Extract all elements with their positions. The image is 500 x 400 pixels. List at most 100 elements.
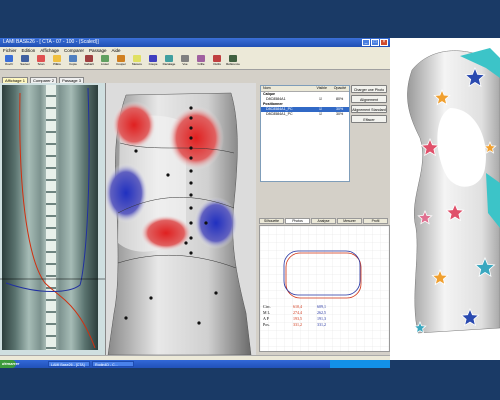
close-icon[interactable]: ×: [380, 39, 388, 46]
landmark-point[interactable]: [189, 146, 193, 150]
tool-icon: [5, 55, 13, 62]
landmark-point[interactable]: [204, 221, 208, 225]
section-svg: [260, 226, 389, 351]
tool-label: Décalage: [162, 62, 176, 66]
measurement-value-red: 331,2: [293, 322, 302, 327]
standard-alignment-button[interactable]: Alignement Standard: [351, 105, 387, 113]
cold-zone: [194, 197, 238, 249]
outline-blue: [5, 87, 90, 292]
landmark-point[interactable]: [189, 221, 193, 225]
item-opacity: 30%: [336, 112, 344, 116]
toolbar-button-3[interactable]: Plâtre: [50, 54, 64, 69]
landmark-point[interactable]: [189, 236, 193, 240]
document-tabs: Affichage 1 Comparer 2 Passage 3: [0, 76, 390, 83]
hot-zone: [112, 101, 156, 149]
tool-label: Scan: [37, 62, 45, 66]
hot-zone: [168, 106, 224, 170]
start-button[interactable]: démarrer: [0, 360, 19, 368]
column-header[interactable]: Nom: [261, 86, 314, 91]
toolbar-button-8[interactable]: Mesure: [130, 54, 144, 69]
measurement-value-blue: 331,2: [317, 322, 326, 327]
toolbar-button-9[interactable]: Coupe: [146, 54, 160, 69]
landmark-point[interactable]: [184, 241, 188, 245]
tool-label: Plâtre: [53, 62, 61, 66]
landmark-point[interactable]: [189, 156, 193, 160]
tool-icon: [53, 55, 61, 62]
tool-icon: [213, 55, 221, 62]
menu-bar: Fichier Edition Affichage Comparer Passage Ai…: [0, 47, 390, 54]
tool-label: Ouvrir: [4, 62, 14, 66]
toolbar-button-1[interactable]: Sauver: [18, 54, 32, 69]
landmark-point[interactable]: [189, 251, 193, 255]
toolbar-button-4[interactable]: Copie: [66, 54, 80, 69]
item-opacity: 80%: [336, 97, 344, 101]
landmark-point[interactable]: [149, 296, 153, 300]
list-item[interactable]: D8C8584A1_PC ☑ 30%: [261, 112, 349, 117]
landmark-point[interactable]: [214, 291, 218, 295]
menu-item-5[interactable]: Aide: [112, 47, 121, 54]
toolbar-button-10[interactable]: Décalage: [162, 54, 176, 69]
menu-item-4[interactable]: Passage: [89, 47, 107, 54]
torso-model[interactable]: [106, 83, 256, 355]
section-graph[interactable]: Circ. 610,4 609,1 M L 274,4 262,5 A P 193,5 191,…: [259, 225, 390, 352]
layer-list[interactable]: Nom Visible Opacité Calque D8C8584A1 ☑ 80% Pos…: [260, 85, 350, 182]
toolbar-button-13[interactable]: Outils: [210, 54, 224, 69]
alignment-button[interactable]: Alignement: [351, 95, 387, 103]
measurements: Circ. 610,4 609,1 M L 274,4 262,5 A P 193,5 191,…: [260, 304, 389, 328]
panel-tab-0[interactable]: Silhouette: [259, 218, 284, 224]
hot-zone: [140, 215, 192, 251]
landmark-point[interactable]: [189, 116, 193, 120]
landmark-point[interactable]: [189, 106, 193, 110]
toolbar-button-12[interactable]: Grille: [194, 54, 208, 69]
menu-item-3[interactable]: Comparer: [64, 47, 84, 54]
column-header[interactable]: Opacité: [332, 86, 349, 91]
torso-3d-view[interactable]: [106, 83, 256, 355]
landmark-point[interactable]: [189, 181, 193, 185]
visible-checkbox[interactable]: ☑: [319, 112, 333, 117]
minimize-icon[interactable]: _: [362, 39, 370, 46]
panel-tab-1[interactable]: Photos: [285, 218, 310, 224]
taskbar-item[interactable]: Rodin4D - C...: [92, 361, 134, 367]
toolbar-button-5[interactable]: Gabarit: [82, 54, 96, 69]
tool-icon: [149, 55, 157, 62]
panel-tab-4[interactable]: Profil: [363, 218, 388, 224]
landmark-point[interactable]: [189, 206, 193, 210]
tool-icon: [165, 55, 173, 62]
menu-item-1[interactable]: Edition: [22, 47, 36, 54]
toolbar-button-11[interactable]: Vue: [178, 54, 192, 69]
column-header[interactable]: Visible: [314, 86, 331, 91]
tool-label: Coupe: [148, 62, 158, 66]
system-tray: [330, 360, 390, 368]
panel-tab-3[interactable]: Mesurer: [337, 218, 362, 224]
landmark-point[interactable]: [189, 136, 193, 140]
visible-checkbox[interactable]: ☑: [319, 97, 333, 102]
landmark-point[interactable]: [166, 173, 170, 177]
toolbar-button-2[interactable]: Scan: [34, 54, 48, 69]
menu-item-2[interactable]: Affichage: [40, 47, 59, 54]
tool-icon: [85, 55, 93, 62]
load-photo-button[interactable]: Charger une Photo: [351, 85, 387, 93]
grid: [260, 226, 389, 351]
tool-icon: [37, 55, 45, 62]
taskbar: démarrer LAMI Base26 - [CTA] Rodin4D - C…: [0, 360, 390, 368]
tool-label: Lisser: [100, 62, 109, 66]
landmark-point[interactable]: [124, 316, 128, 320]
landmark-point[interactable]: [189, 193, 193, 197]
tool-label: Sauver: [20, 62, 30, 66]
clear-button[interactable]: Effacer: [351, 115, 387, 123]
panel-tab-2[interactable]: Analyse: [311, 218, 336, 224]
toolbar-button-0[interactable]: Ouvrir: [2, 54, 16, 69]
menu-item-0[interactable]: Fichier: [3, 47, 17, 54]
taskbar-item[interactable]: LAMI Base26 - [CTA]: [48, 361, 90, 367]
toolbar-button-14[interactable]: Référence: [226, 54, 240, 69]
toolbar-button-7[interactable]: Couper: [114, 54, 128, 69]
landmark-point[interactable]: [189, 169, 193, 173]
maximize-icon[interactable]: □: [371, 39, 379, 46]
window-title: LAMI BASE26 - [ CTA - 07 - 100 - (Scaled…: [3, 39, 99, 45]
landmark-point[interactable]: [197, 321, 201, 325]
cold-zone: [106, 163, 148, 223]
toolbar-button-6[interactable]: Lisser: [98, 54, 112, 69]
tool-icon: [133, 55, 141, 62]
landmark-point[interactable]: [134, 149, 138, 153]
landmark-point[interactable]: [189, 126, 193, 130]
